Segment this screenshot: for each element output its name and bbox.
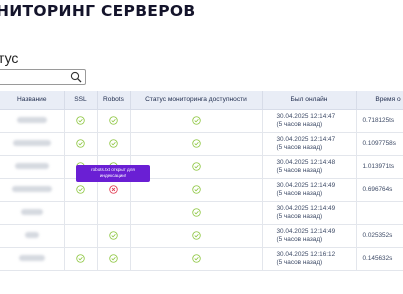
check-circle-icon [191,254,201,263]
online-ago: (5 часов назад) [276,120,323,128]
response-time-cell: 0.696764s [356,178,403,202]
online-date: 30.04.2025 12:14:49 [276,227,336,235]
redacted-name [16,117,47,124]
server-name-cell[interactable] [0,155,65,179]
page-title: НИТОРИНГ СЕРВЕРОВ [0,2,196,20]
section-title: тус [0,50,19,66]
check-circle-icon [191,116,201,125]
response-time-cell [356,201,403,225]
status-cell [130,132,263,156]
table-row[interactable]: 30.04.2025 12:14:47 (5 часов назад) 0.1097… [0,132,403,156]
check-circle-icon [109,254,118,263]
error-circle-icon[interactable] [109,185,118,194]
online-cell: 30.04.2025 12:14:49 (5 часов назад) [262,201,357,225]
online-cell: 30.04.2025 12:14:47 (5 часов назад) [262,109,357,133]
header-name[interactable]: Название [0,91,65,110]
online-date: 30.04.2025 12:14:47 [276,135,336,143]
ssl-cell [64,201,98,225]
server-name-cell[interactable] [0,132,65,156]
online-cell: 30.04.2025 12:14:47 (5 часов назад) [262,132,357,156]
check-circle-icon [76,185,85,194]
online-cell: 30.04.2025 12:16:12 (5 часов назад) [262,247,357,271]
check-circle-icon [109,139,118,148]
ssl-cell [64,224,98,248]
online-date: 30.04.2025 12:14:47 [276,112,336,120]
check-circle-icon [109,116,118,125]
server-name-cell[interactable] [0,224,65,248]
table-row[interactable]: 30.04.2025 12:14:49 (5 часов назад) [0,201,403,225]
redacted-name [14,163,49,170]
online-date: 30.04.2025 12:16:12 [276,250,336,258]
online-cell: 30.04.2025 12:14:48 (5 часов назад) [262,155,357,179]
search-input[interactable] [0,73,65,88]
response-time-cell: 1.013971ts [356,155,403,179]
online-ago: (5 часов назад) [276,166,323,174]
online-cell: 30.04.2025 12:14:49 (5 часов назад) [262,224,357,248]
ssl-cell [64,132,98,156]
header-status[interactable]: Статус мониторинга доступности [130,91,263,110]
online-date: 30.04.2025 12:14:49 [276,204,336,212]
robots-tooltip: robots.txt открыт для индексации! [76,165,150,182]
redacted-name [18,255,45,262]
response-time-cell: 0.1097758s [356,132,403,156]
search-icon[interactable] [70,71,82,83]
robots-cell [97,201,131,225]
ssl-cell [64,109,98,133]
table-row[interactable]: 30.04.2025 12:14:49 (5 часов назад) 0.6967… [0,178,403,202]
header-online[interactable]: Был онлайн [262,91,357,110]
header-ssl[interactable]: SSL [64,91,98,110]
robots-cell [97,109,131,133]
check-circle-icon [109,231,118,240]
check-circle-icon [191,162,201,171]
response-time-cell: 0.025352s [356,224,403,248]
online-ago: (5 часов назад) [276,235,323,243]
header-robots[interactable]: Robots [97,91,131,110]
status-cell [130,109,263,133]
status-cell [130,201,263,225]
online-ago: (5 часов назад) [276,258,323,266]
redacted-name [11,186,52,193]
response-time-cell: 0.718125ts [356,109,403,133]
robots-cell [97,132,131,156]
check-circle-icon [191,231,201,240]
check-circle-icon [191,208,201,217]
online-ago: (5 часов назад) [276,143,323,151]
online-date: 30.04.2025 12:14:48 [276,158,336,166]
online-date: 30.04.2025 12:14:49 [276,181,336,189]
table-row[interactable]: 30.04.2025 12:14:49 (5 часов назад) 0.0253… [0,224,403,248]
check-circle-icon [76,139,85,148]
table-row[interactable]: 30.04.2025 12:14:47 (5 часов назад) 0.7181… [0,109,403,133]
server-name-cell[interactable] [0,178,65,202]
status-cell [130,224,263,248]
header-response-time[interactable]: Время о [356,91,403,110]
check-circle-icon [191,139,201,148]
redacted-name [24,232,39,239]
server-name-cell[interactable] [0,201,65,225]
tooltip-line-2: индексации! [99,173,127,178]
check-circle-icon [76,254,85,263]
robots-cell [97,224,131,248]
search-box[interactable] [0,69,86,88]
online-ago: (5 часов назад) [276,189,323,197]
ssl-cell [64,247,98,271]
table-header-row: Название SSL Robots Статус мониторинга д… [0,91,403,110]
check-circle-icon [76,116,85,125]
redacted-name [12,140,51,147]
server-name-cell[interactable] [0,247,65,271]
response-time-cell: 0.145632s [356,247,403,271]
status-cell [130,247,263,271]
servers-table: Название SSL Robots Статус мониторинга д… [0,91,403,271]
status-cell [130,178,263,202]
check-circle-icon [191,185,201,194]
redacted-name [20,209,43,216]
online-ago: (5 часов назад) [276,212,323,220]
robots-cell [97,247,131,271]
online-cell: 30.04.2025 12:14:49 (5 часов назад) [262,178,357,202]
table-row[interactable]: 30.04.2025 12:14:48 (5 часов назад) 1.0139… [0,155,403,179]
table-row[interactable]: 30.04.2025 12:16:12 (5 часов назад) 0.1456… [0,247,403,271]
server-name-cell[interactable] [0,109,65,133]
